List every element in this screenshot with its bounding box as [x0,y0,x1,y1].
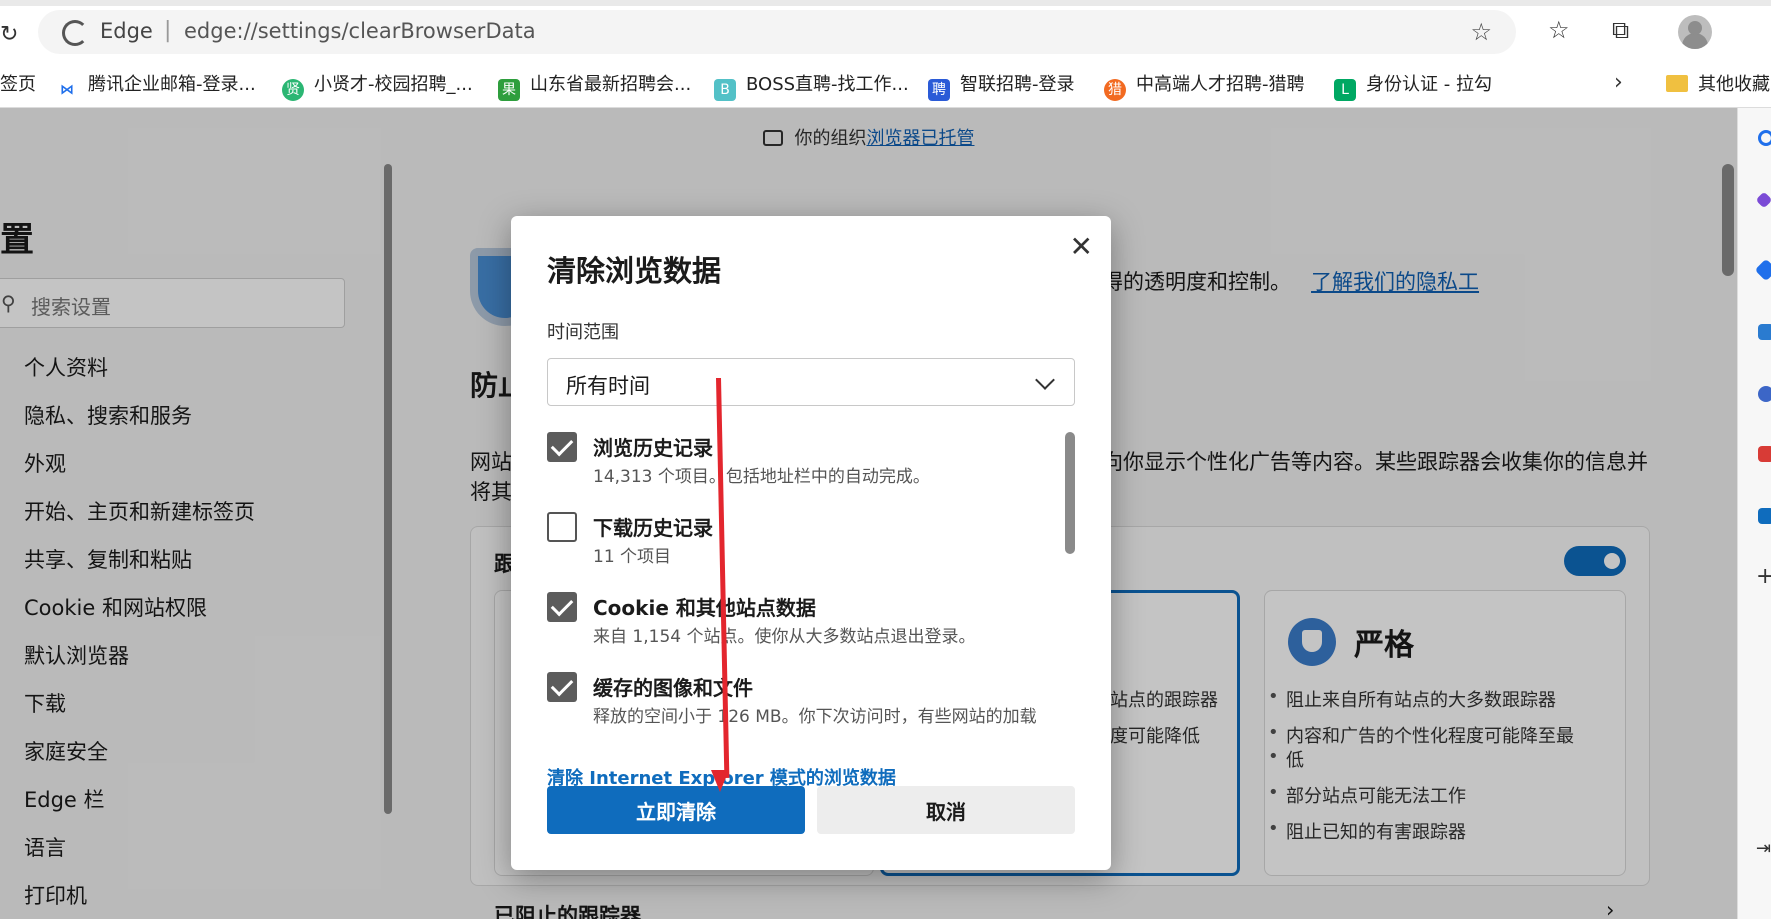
tools-icon[interactable] [1758,324,1771,340]
collections-icon[interactable]: ⧉ [1612,16,1629,44]
bookmarks-overflow-chevron-icon[interactable]: › [1614,70,1623,95]
bookmark-item[interactable]: 果山东省最新招聘会... [498,70,691,101]
bookmark-label: 身份认证 - 拉勾 [1366,74,1492,95]
outlook-icon[interactable] [1758,508,1771,524]
time-range-select[interactable]: 所有时间 [547,358,1075,406]
edge-logo-icon [62,20,88,46]
time-range-value: 所有时间 [566,374,650,398]
option-title: 缓存的图像和文件 [593,676,753,700]
bookmark-label: 中高端人才招聘-猎聘 [1136,74,1305,95]
checkbox-browsing-history[interactable] [547,432,577,462]
option-desc: 14,313 个项目。包括地址栏中的自动完成。 [593,467,930,487]
boss-icon: B [714,79,736,101]
xiaoxiancai-icon: 贤 [282,79,304,101]
add-icon[interactable]: + [1756,564,1771,589]
tencent-mail-icon: ⋈ [60,82,74,98]
shandong-icon: 果 [498,79,520,101]
tab-strip-edge [0,0,1771,6]
dialog-scrollbar[interactable] [1065,432,1075,554]
copilot-icon[interactable] [1755,191,1771,209]
liepin-icon: 猎 [1104,79,1126,101]
option-desc: 11 个项目 [593,547,672,567]
option-title: Cookie 和其他站点数据 [593,596,816,620]
bookmark-label: 小贤才-校园招聘_... [314,74,473,95]
add-favorite-icon[interactable]: ☆ [1470,18,1492,46]
bookmark-item[interactable]: 聘智联招聘-登录 [928,70,1075,101]
bookmark-item[interactable]: 贤小贤才-校园招聘_... [282,70,473,101]
browser-chrome: ↻ Edge | edge://settings/clearBrowserDat… [0,0,1771,108]
option-title: 浏览历史记录 [593,436,713,460]
address-url[interactable]: edge://settings/clearBrowserData [184,19,536,43]
address-separator: | [164,18,172,43]
bookmarks-bar: 签页 ⋈ 腾讯企业邮箱-登录... 贤小贤才-校园招聘_... 果山东省最新招聘会… [0,64,1771,101]
bookmark-item[interactable]: 签页 [0,70,36,96]
bookmark-label: 智联招聘-登录 [960,74,1075,95]
bookmark-label: 签页 [0,74,36,95]
time-range-label: 时间范围 [547,322,619,343]
bookmark-item[interactable]: L 身份认证 - 拉勾 [1334,70,1492,101]
cancel-button[interactable]: 取消 [817,786,1075,834]
clear-browsing-data-dialog: ✕ 清除浏览数据 时间范围 所有时间 浏览历史记录 14,313 个项目。包括地… [511,216,1111,870]
chevron-down-icon [1035,370,1055,390]
address-brand: Edge [100,19,153,43]
bookmark-label: 腾讯企业邮箱-登录... [88,74,256,95]
bookmark-item[interactable]: ⋈ 腾讯企业邮箱-登录... [56,70,256,101]
bookmark-label: 其他收藏 [1698,74,1770,95]
search-icon[interactable] [1758,130,1771,146]
sidebar-settings-icon[interactable]: ⇥ [1756,838,1771,859]
office-icon[interactable] [1758,446,1771,462]
bookmark-label: 山东省最新招聘会... [530,74,692,95]
favorites-icon[interactable]: ☆ [1548,16,1570,44]
checkbox-cached-images[interactable] [547,672,577,702]
bookmark-folder[interactable]: 其他收藏 [1666,70,1770,96]
shopping-icon[interactable] [1754,258,1771,282]
checkbox-cookies[interactable] [547,592,577,622]
close-icon[interactable]: ✕ [1070,230,1093,263]
bookmark-item[interactable]: B BOSS直聘-找工作... [714,70,909,101]
annotation-arrow-head [711,770,729,792]
edge-sidebar: + ⇥ [1737,108,1771,919]
bookmark-label: BOSS直聘-找工作... [746,74,909,95]
option-title: 下载历史记录 [593,516,713,540]
reload-icon[interactable]: ↻ [0,22,18,47]
option-desc: 释放的空间小于 126 MB。你下次访问时，有些网站的加载 [593,707,1037,727]
profile-avatar[interactable] [1678,15,1712,49]
option-desc: 来自 1,154 个站点。使你从大多数站点退出登录。 [593,627,976,647]
clear-now-button[interactable]: 立即清除 [547,786,805,834]
folder-icon [1666,75,1688,92]
lagou-icon: L [1334,79,1356,101]
dialog-title: 清除浏览数据 [547,254,722,288]
bookmark-item[interactable]: 猎中高端人才招聘-猎聘 [1104,70,1305,101]
checkbox-download-history[interactable] [547,512,577,542]
zhilian-icon: 聘 [928,79,950,101]
address-bar[interactable]: ↻ Edge | edge://settings/clearBrowserDat… [0,10,1516,54]
people-icon[interactable] [1758,386,1771,402]
